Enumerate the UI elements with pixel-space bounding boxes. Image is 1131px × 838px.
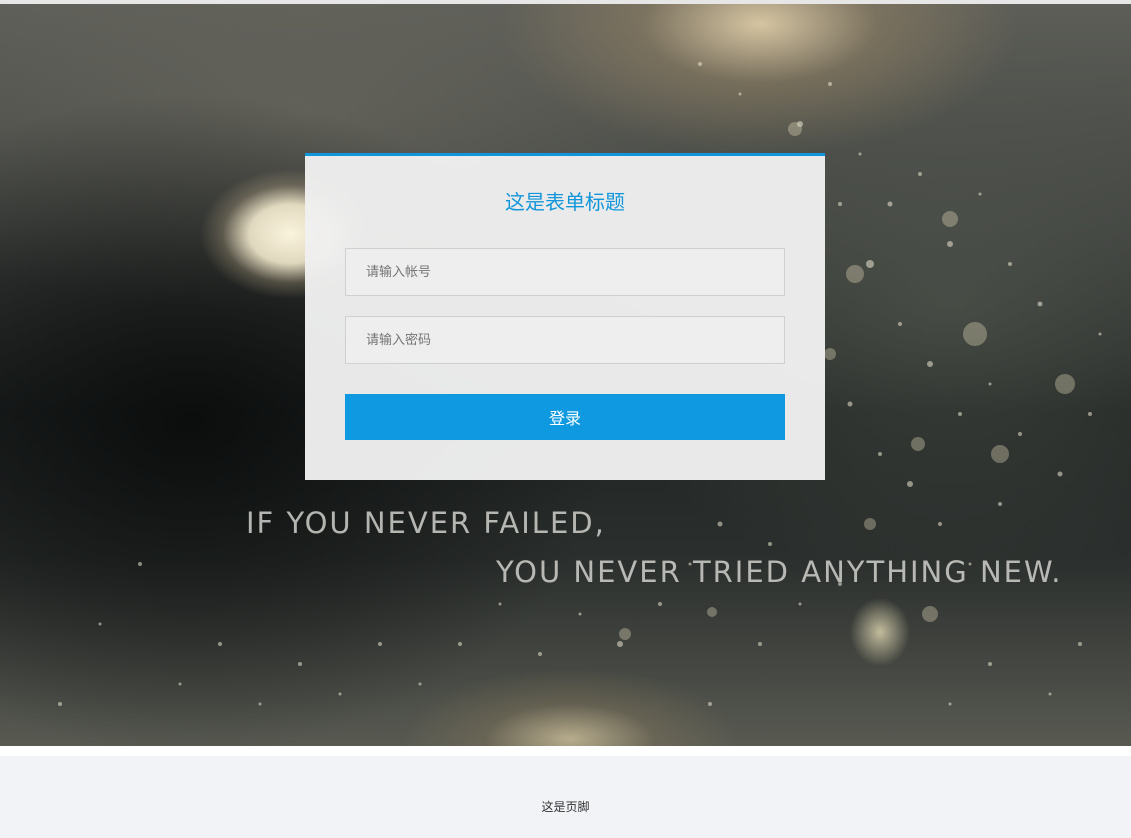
quote-line-2: YOU NEVER TRIED ANYTHING NEW.: [496, 555, 1063, 589]
footer: 这是页脚: [0, 746, 1131, 838]
login-button[interactable]: 登录: [345, 394, 785, 440]
password-input[interactable]: [345, 316, 785, 364]
footer-text: 这是页脚: [541, 800, 590, 814]
form-title: 这是表单标题: [505, 190, 625, 214]
account-input[interactable]: [345, 248, 785, 296]
login-form-card: 这是表单标题 登录: [305, 153, 825, 480]
quote-line-1: IF YOU NEVER FAILED,: [246, 506, 606, 540]
